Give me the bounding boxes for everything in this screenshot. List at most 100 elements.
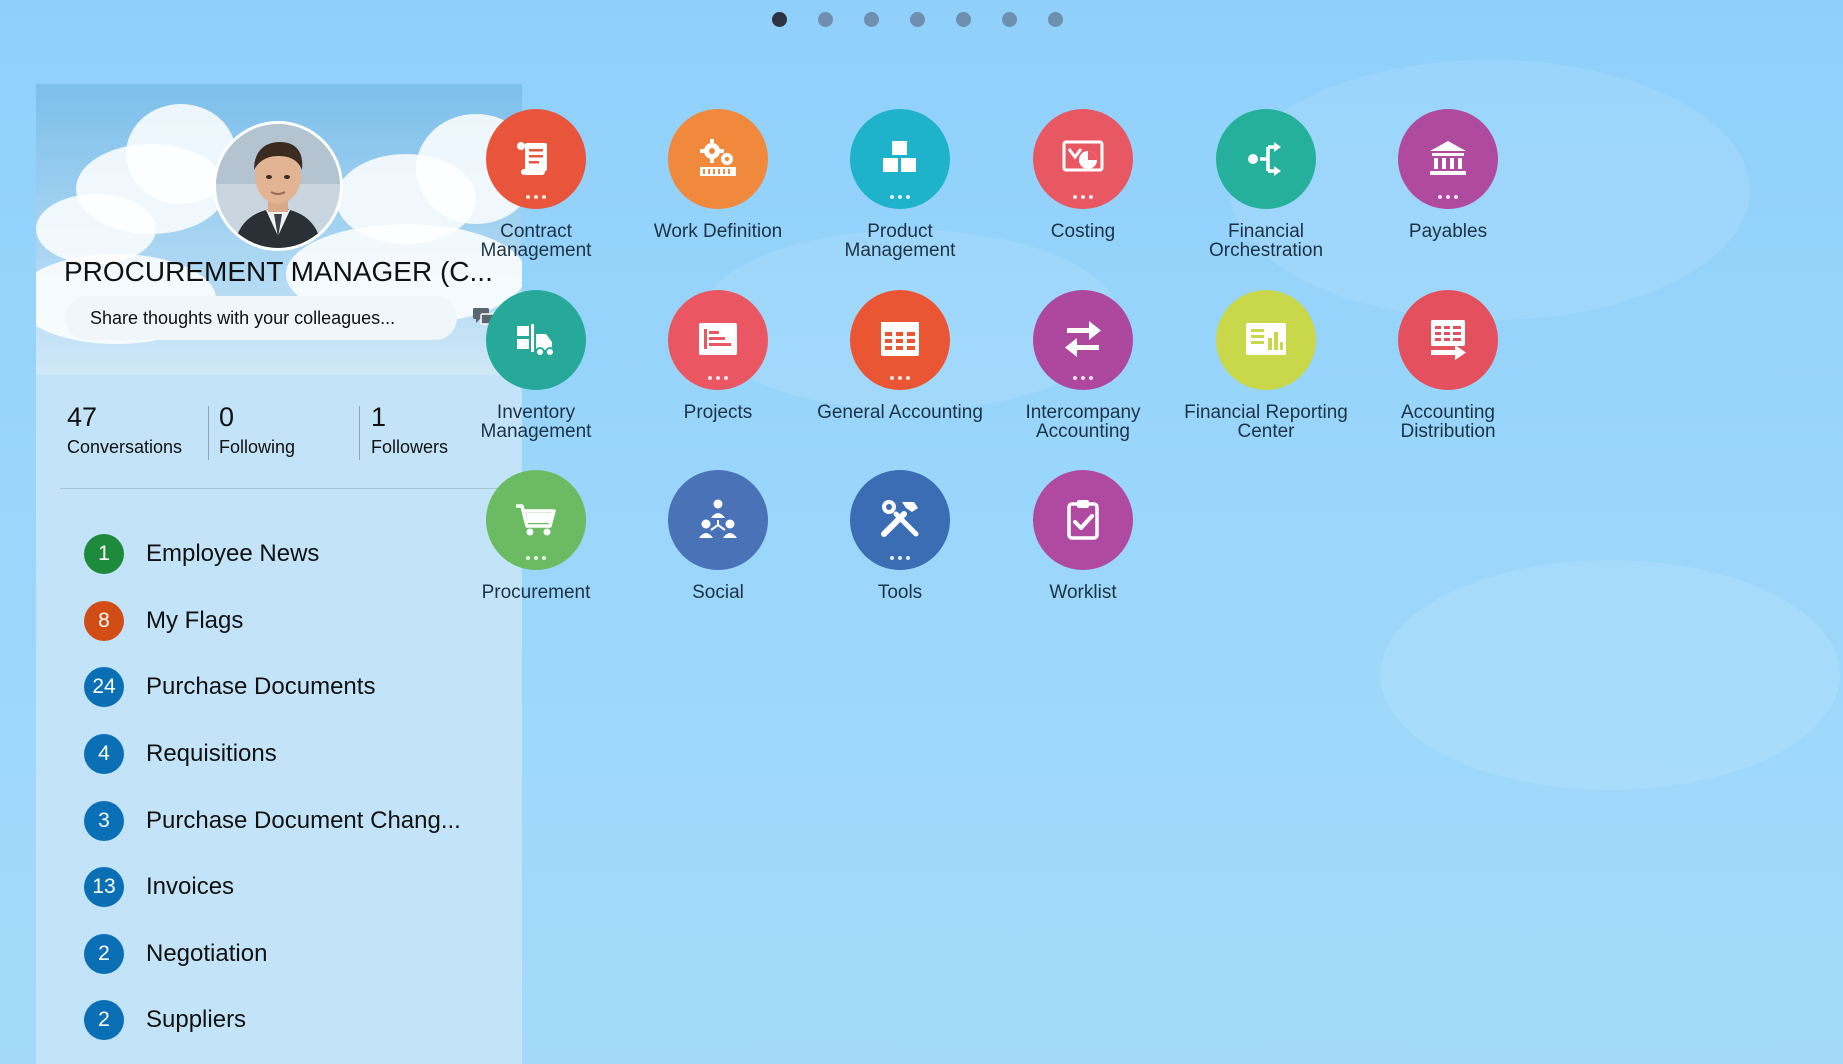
app-label: Worklist: [983, 583, 1183, 602]
app-label: Financial Orchestration: [1166, 222, 1366, 260]
app-tile-social[interactable]: Social: [618, 470, 818, 602]
app-tile-procurement[interactable]: Procurement: [436, 470, 636, 602]
app-label-line: Work Definition: [653, 221, 783, 242]
profile-name: PROCUREMENT MANAGER (C...: [64, 256, 493, 287]
app-icon-circle: [1398, 109, 1498, 209]
page-dot[interactable]: [1002, 12, 1017, 27]
notification-item[interactable]: 1 Employee News: [84, 521, 461, 588]
app-tile-payables[interactable]: Payables: [1348, 109, 1548, 241]
app-label: Financial Reporting Center: [1166, 403, 1366, 441]
app-label-line: Contract: [500, 221, 572, 242]
gantt-icon: [699, 323, 737, 355]
app-label-line: Distribution: [1400, 421, 1496, 442]
app-icon-circle: [850, 109, 950, 209]
count-badge: 3: [84, 800, 124, 841]
app-tile-work-definition[interactable]: Work Definition: [618, 109, 818, 241]
app-label: Work Definition: [618, 222, 818, 241]
app-label-line: Payables: [1408, 221, 1488, 242]
app-label-line: Center: [1237, 421, 1295, 442]
app-label-line: Projects: [683, 402, 753, 423]
stat-value: 47: [67, 402, 98, 432]
app-label: Payables: [1348, 222, 1548, 241]
page-dot[interactable]: [818, 12, 833, 27]
stat-value: 0: [219, 402, 235, 432]
costing-chart-icon: [1062, 140, 1104, 172]
more-dots-icon: [1073, 376, 1093, 380]
notification-item[interactable]: 2 Suppliers: [84, 987, 461, 1054]
boxes-icon: [883, 141, 916, 172]
page-dot[interactable]: [910, 12, 925, 27]
app-icon-circle: [668, 470, 768, 570]
app-label-line: Worklist: [1049, 582, 1117, 603]
avatar[interactable]: [216, 124, 340, 248]
app-tile-accounting-distribution[interactable]: Accounting Distribution: [1348, 290, 1548, 441]
app-label-line: Financial: [1227, 221, 1305, 242]
app-label: General Accounting: [800, 403, 1000, 422]
app-tile-financial-orchestration[interactable]: Financial Orchestration: [1166, 109, 1366, 260]
stat-following[interactable]: 0 Following: [219, 402, 295, 458]
more-dots-icon: [708, 376, 728, 380]
app-label-line: General Accounting: [817, 402, 983, 423]
share-thoughts-input[interactable]: [65, 296, 457, 340]
stat-label: Following: [219, 437, 296, 457]
app-label: Accounting Distribution: [1348, 403, 1548, 441]
app-icon-circle: [668, 109, 768, 209]
stat-conversations[interactable]: 47 Conversations: [67, 402, 182, 458]
more-dots-icon: [1073, 195, 1093, 199]
app-label-line: Management: [480, 240, 592, 261]
count-badge: 2: [84, 933, 124, 974]
notification-item[interactable]: 4 Requisitions: [84, 721, 461, 788]
count-badge: 24: [84, 667, 124, 708]
notification-item[interactable]: 13 Invoices: [84, 854, 461, 921]
app-tile-projects[interactable]: Projects: [618, 290, 818, 422]
more-dots-icon: [890, 556, 910, 560]
count-badge: 1: [84, 534, 124, 575]
app-icon-circle: [1216, 290, 1316, 390]
app-label-line: Costing: [1050, 221, 1116, 242]
more-dots-icon: [526, 195, 546, 199]
app-tile-product-management[interactable]: Product Management: [800, 109, 1000, 260]
notification-label: Invoices: [146, 873, 235, 901]
page-dot[interactable]: [864, 12, 879, 27]
app-tile-general-accounting[interactable]: General Accounting: [800, 290, 1000, 422]
page-dot[interactable]: [772, 12, 787, 27]
app-icon-circle: [486, 109, 586, 209]
app-tile-contract-management[interactable]: Contract Management: [436, 109, 636, 260]
app-icon-circle: [486, 470, 586, 570]
app-tile-worklist[interactable]: Worklist: [983, 470, 1183, 602]
app-icon-circle: [1033, 109, 1133, 209]
app-icon-circle: [850, 290, 950, 390]
page-dot[interactable]: [1048, 12, 1063, 27]
app-label: Inventory Management: [436, 403, 636, 441]
people-icon: [699, 499, 737, 538]
scroll-icon: [517, 142, 547, 175]
app-tile-inventory-management[interactable]: Inventory Management: [436, 290, 636, 441]
app-icon-circle: [1033, 470, 1133, 570]
app-icon-circle: [486, 290, 586, 390]
app-tile-tools[interactable]: Tools: [800, 470, 1000, 602]
app-tile-intercompany-accounting[interactable]: Intercompany Accounting: [983, 290, 1183, 441]
app-label-line: Accounting: [1035, 421, 1130, 442]
notification-item[interactable]: 3 Purchase Document Chang...: [84, 787, 461, 854]
app-tile-financial-reporting-center[interactable]: Financial Reporting Center: [1166, 290, 1366, 441]
app-icon-circle: [668, 290, 768, 390]
notification-item[interactable]: 24 Purchase Documents: [84, 654, 461, 721]
app-label-line: Tools: [877, 582, 923, 603]
notification-item[interactable]: 2 Negotiation: [84, 921, 461, 988]
app-icon-circle: [1398, 290, 1498, 390]
gears-icon: [700, 139, 736, 176]
clipboard-check-icon: [1067, 500, 1099, 540]
tools-icon: [881, 500, 919, 537]
notification-item[interactable]: 8 My Flags: [84, 588, 461, 655]
app-label: Projects: [618, 403, 818, 422]
divider: [60, 488, 498, 489]
count-badge: 2: [84, 1000, 124, 1041]
bank-icon: [1430, 141, 1466, 175]
app-label-line: Product: [867, 221, 933, 242]
count-badge: 4: [84, 734, 124, 775]
divider: [208, 406, 209, 460]
app-tile-costing[interactable]: Costing: [983, 109, 1183, 241]
cart-icon: [516, 504, 556, 536]
count-badge: 13: [84, 867, 124, 908]
page-dot[interactable]: [956, 12, 971, 27]
